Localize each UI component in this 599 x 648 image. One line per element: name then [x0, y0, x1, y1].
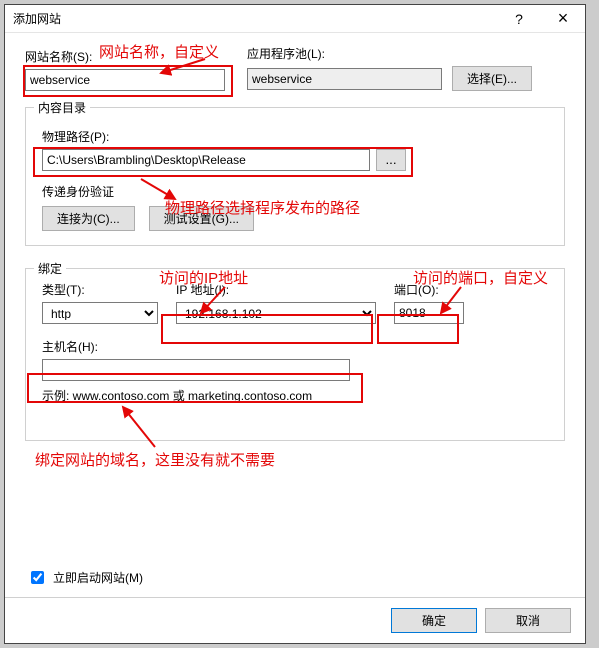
close-button[interactable]: ×: [541, 5, 585, 33]
binding-port-input[interactable]: [394, 302, 464, 324]
binding-ip-label: IP 地址(I):: [176, 281, 376, 298]
dialog-content: 网站名称(S): 应用程序池(L): 选择(E)... 内容目录 物理路径(P)…: [5, 33, 585, 597]
help-icon: ?: [515, 11, 523, 27]
dialog-footer: 确定 取消: [5, 597, 585, 643]
binding-legend: 绑定: [34, 260, 66, 277]
physical-path-label: 物理路径(P):: [42, 128, 548, 145]
auto-start-label: 立即启动网站(M): [53, 569, 143, 586]
site-name-label: 网站名称(S):: [25, 48, 225, 65]
ok-button[interactable]: 确定: [391, 608, 477, 633]
select-app-pool-button[interactable]: 选择(E)...: [452, 66, 532, 91]
content-directory-group: 内容目录 物理路径(P): ... 传递身份验证 连接为(C)... 测试设置(…: [25, 107, 565, 246]
add-website-dialog: 添加网站 ? × 网站名称(S): 应用程序池(L): 选择(E)... 内容目…: [4, 4, 586, 644]
site-name-input[interactable]: [25, 69, 225, 91]
window-title: 添加网站: [13, 10, 497, 27]
physical-path-input[interactable]: [42, 149, 370, 171]
binding-port-label: 端口(O):: [394, 281, 464, 298]
browse-path-button[interactable]: ...: [376, 149, 406, 171]
binding-group: 绑定 类型(T): http IP 地址(I): 192.168.1.102 端…: [25, 268, 565, 441]
host-name-example: 示例: www.contoso.com 或 marketing.contoso.…: [42, 387, 548, 404]
connect-as-button[interactable]: 连接为(C)...: [42, 206, 135, 231]
auto-start-checkbox[interactable]: [31, 571, 44, 584]
host-name-label: 主机名(H):: [42, 338, 548, 355]
host-name-input[interactable]: [42, 359, 350, 381]
content-directory-legend: 内容目录: [34, 99, 90, 116]
cancel-button[interactable]: 取消: [485, 608, 571, 633]
binding-type-label: 类型(T):: [42, 281, 158, 298]
title-bar: 添加网站 ? ×: [5, 5, 585, 33]
binding-type-select[interactable]: http: [42, 302, 158, 324]
help-button[interactable]: ?: [497, 5, 541, 33]
close-icon: ×: [558, 8, 569, 29]
app-pool-label: 应用程序池(L):: [247, 45, 565, 62]
test-settings-button[interactable]: 测试设置(G)...: [149, 206, 254, 231]
pass-through-auth-label: 传递身份验证: [42, 183, 548, 200]
app-pool-input: [247, 68, 442, 90]
binding-ip-select[interactable]: 192.168.1.102: [176, 302, 376, 324]
